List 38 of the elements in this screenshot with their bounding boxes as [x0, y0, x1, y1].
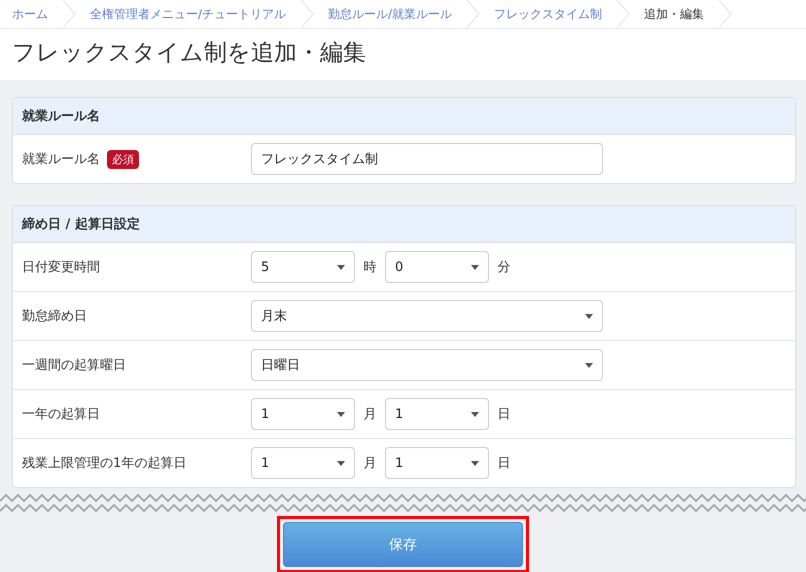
field-label: 就業ルール名	[22, 151, 100, 168]
caret-icon	[471, 264, 479, 270]
breadcrumb-link[interactable]: フレックスタイム制	[480, 6, 616, 22]
caret-icon	[585, 314, 593, 318]
field-label: 日付変更時間	[22, 259, 100, 276]
caret-icon	[471, 460, 479, 466]
caret-icon	[585, 362, 593, 368]
unit-label: 時	[362, 259, 378, 276]
unit-label: 日	[496, 406, 512, 423]
dropdown[interactable]: 1	[385, 398, 489, 430]
field-label: 勤怠締め日	[22, 308, 87, 325]
dropdown[interactable]: 日曜日	[251, 349, 603, 381]
dropdown[interactable]: 月末	[251, 300, 603, 332]
current-page-label: 追加・編集	[643, 6, 706, 22]
section-title: 締め日 / 起算日設定	[22, 216, 140, 233]
unit-label: 月	[362, 406, 378, 423]
dropdown[interactable]: 5	[251, 251, 355, 283]
caret-icon	[471, 412, 479, 416]
unit-label: 月	[362, 455, 378, 472]
breadcrumb-link[interactable]: ホーム	[12, 6, 62, 22]
dropdown[interactable]: 1	[251, 398, 355, 430]
unit-label: 日	[496, 455, 512, 472]
dropdown[interactable]: 1	[385, 447, 489, 479]
caret-icon	[337, 264, 345, 270]
caret-icon	[337, 412, 345, 416]
field-label: 残業上限管理の1年の起算日	[22, 455, 186, 472]
breadcrumb-link[interactable]: 勤怠ルール/就業ルール	[314, 6, 466, 22]
page-title: フレックスタイム制を追加・編集	[0, 29, 806, 80]
breadcrumb-link[interactable]: 全権管理者メニュー/チュートリアル	[76, 6, 300, 22]
unit-label: 分	[496, 259, 512, 276]
caret-icon	[337, 460, 345, 466]
section-title: 就業ルール名	[22, 108, 100, 125]
required-badge: 必須	[107, 150, 139, 168]
field-label: 一週間の起算曜日	[22, 357, 126, 374]
dropdown[interactable]: 0	[385, 251, 489, 283]
dropdown[interactable]: 1	[251, 447, 355, 479]
field-label: 一年の起算日	[22, 406, 100, 423]
input-field[interactable]: フレックスタイム制	[251, 143, 603, 175]
